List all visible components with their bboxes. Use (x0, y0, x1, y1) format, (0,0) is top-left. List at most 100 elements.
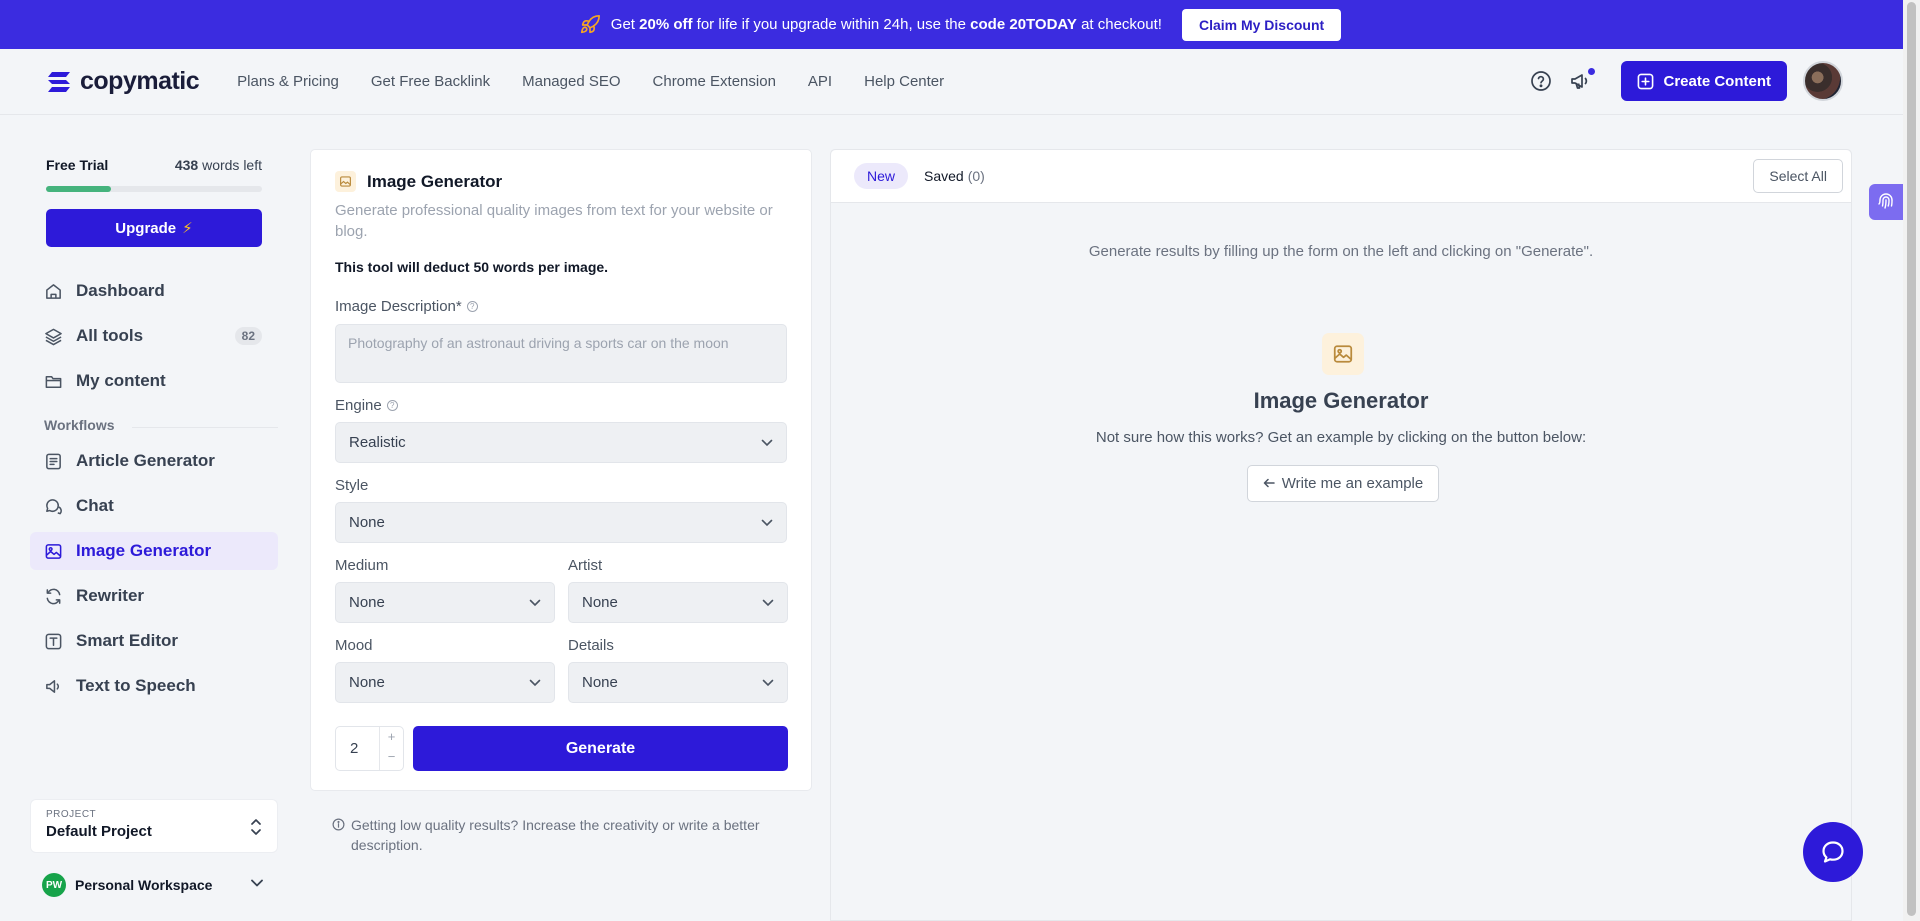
details-value: None (582, 674, 618, 691)
chat-bubble-icon (1822, 841, 1844, 863)
sidebar-item-label: Image Generator (76, 541, 212, 560)
chevron-down-icon (529, 679, 541, 686)
scrollbar-thumb[interactable] (1907, 2, 1916, 916)
article-icon (46, 453, 61, 469)
nav-help-center[interactable]: Help Center (864, 73, 944, 90)
mood-select[interactable]: None (335, 662, 555, 703)
layers-icon (45, 328, 62, 345)
details-select[interactable]: None (568, 662, 788, 703)
sidebar-item-article-generator[interactable]: Article Generator (30, 442, 278, 480)
user-avatar[interactable] (1803, 61, 1843, 101)
workspace-selector[interactable]: PW Personal Workspace (42, 873, 278, 897)
create-content-label: Create Content (1663, 72, 1771, 90)
sidebar-item-label: Article Generator (76, 451, 215, 470)
workflows-divider (132, 427, 278, 428)
project-value: Default Project (46, 823, 152, 840)
tab-saved[interactable]: Saved (0) (924, 168, 985, 184)
info-icon (332, 818, 345, 831)
nav-free-backlink[interactable]: Get Free Backlink (371, 73, 490, 90)
sidebar-item-chat[interactable]: Chat (30, 487, 278, 525)
sidebar-item-rewriter[interactable]: Rewriter (30, 577, 278, 615)
empty-results-message: Generate results by filling up the form … (1088, 243, 1594, 260)
promo-suffix: at checkout! (1081, 16, 1162, 33)
tab-saved-label: Saved (924, 168, 964, 184)
tab-new[interactable]: New (854, 163, 909, 189)
megaphone-icon[interactable] (1569, 67, 1597, 93)
sidebar: Free Trial 438 words left Upgrade ⚡ Dash… (30, 115, 278, 921)
artist-group: Artist None (568, 557, 788, 623)
workspace-avatar: PW (42, 873, 66, 897)
text-box-icon (45, 633, 62, 649)
quantity-value: 2 (350, 740, 359, 757)
claim-discount-button[interactable]: Claim My Discount (1181, 8, 1342, 41)
engine-group: Engine? Realistic (335, 397, 787, 463)
generate-button[interactable]: Generate (413, 726, 788, 771)
copymatic-logo-icon (48, 71, 70, 92)
sidebar-item-image-generator[interactable]: Image Generator (30, 532, 278, 570)
plan-name: Free Trial (46, 157, 109, 173)
chevron-down-icon (762, 679, 774, 686)
sidebar-item-text-to-speech[interactable]: Text to Speech (30, 667, 278, 705)
engine-label-text: Engine (335, 397, 382, 414)
medium-value: None (349, 594, 385, 611)
nav-api[interactable]: API (808, 73, 832, 90)
arrow-left-icon (1263, 475, 1275, 492)
style-label: Style (335, 477, 369, 494)
nav-chrome-extension[interactable]: Chrome Extension (653, 73, 776, 90)
engine-select[interactable]: Realistic (335, 422, 787, 463)
folder-icon (45, 375, 62, 388)
fingerprint-icon (1878, 193, 1893, 209)
select-all-button[interactable]: Select All (1753, 159, 1843, 193)
results-toolbar: New Saved (0) Select All (831, 150, 1851, 203)
write-example-button[interactable]: Write me an example (1247, 465, 1439, 502)
sidebar-item-label: Rewriter (76, 586, 145, 605)
chevron-down-icon (529, 599, 541, 606)
nav-actions: Create Content (1529, 61, 1843, 101)
workflows-heading: Workflows (44, 417, 115, 433)
sidebar-item-smart-editor[interactable]: Smart Editor (30, 622, 278, 660)
stepper-arrows: + − (379, 727, 403, 770)
sidebar-item-dashboard[interactable]: Dashboard (30, 272, 278, 310)
refresh-icon (46, 588, 61, 604)
chevron-down-icon (762, 599, 774, 606)
help-icon[interactable]: ? (466, 301, 478, 312)
sidebar-item-label: Chat (76, 496, 114, 515)
artist-value: None (582, 594, 618, 611)
chat-icon (46, 498, 62, 514)
style-value: None (349, 514, 385, 531)
chevron-down-icon (251, 879, 263, 887)
quantity-stepper[interactable]: 2 + − (335, 726, 404, 771)
nav-managed-seo[interactable]: Managed SEO (522, 73, 620, 90)
mood-label: Mood (335, 637, 373, 654)
create-content-button[interactable]: Create Content (1621, 61, 1787, 101)
sidebar-item-label: Text to Speech (76, 676, 196, 695)
support-chat-button[interactable] (1803, 822, 1863, 882)
page-scrollbar[interactable] (1903, 0, 1920, 921)
increment-icon[interactable]: + (380, 727, 403, 747)
image-icon (45, 543, 62, 559)
help-icon[interactable]: ? (386, 400, 398, 411)
tools-count-badge: 82 (234, 327, 262, 345)
sidebar-item-all-tools[interactable]: All tools 82 (30, 317, 278, 355)
brand-logo[interactable]: copymatic (44, 67, 200, 96)
image-icon (1322, 333, 1364, 375)
speaker-icon (46, 679, 60, 693)
sidebar-item-my-content[interactable]: My content (30, 362, 278, 400)
fingerprint-side-tab[interactable] (1869, 184, 1903, 220)
upgrade-button[interactable]: Upgrade ⚡ (46, 209, 262, 247)
chevron-down-icon (761, 439, 773, 446)
words-label: words left (202, 157, 262, 173)
promo-discount: 20% off (639, 16, 693, 33)
project-selector[interactable]: PROJECT Default Project (30, 799, 278, 853)
artist-select[interactable]: None (568, 582, 788, 623)
nav-plans-pricing[interactable]: Plans & Pricing (237, 73, 339, 90)
lightning-icon: ⚡ (182, 220, 193, 237)
medium-select[interactable]: None (335, 582, 555, 623)
top-navigation: copymatic Plans & Pricing Get Free Backl… (0, 49, 1903, 115)
decrement-icon[interactable]: − (380, 747, 403, 767)
chevron-down-icon (761, 519, 773, 526)
help-circle-icon[interactable] (1529, 69, 1553, 93)
style-select[interactable]: None (335, 502, 787, 543)
image-description-input[interactable]: Photography of an astronaut driving a sp… (335, 324, 787, 383)
trial-status: Free Trial 438 words left (46, 157, 262, 173)
